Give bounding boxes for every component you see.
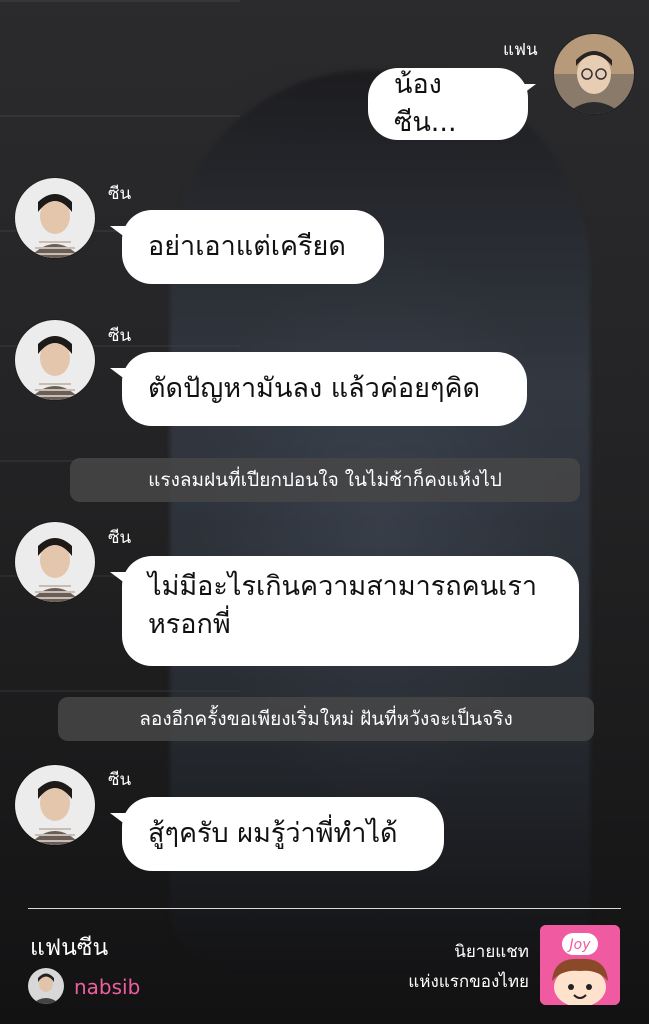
avatar-zeen[interactable] (15, 522, 95, 602)
author-avatar-icon (28, 968, 64, 1004)
person-avatar-icon (15, 522, 95, 602)
chat-bubble: ตัดปัญหามันลง แล้วค่อยๆคิด (122, 352, 527, 426)
sender-name: แฟน (503, 40, 538, 60)
avatar-zeen[interactable] (15, 320, 95, 400)
bubble-tail (520, 84, 536, 96)
bubble-tail (110, 368, 126, 380)
author-avatar[interactable] (28, 968, 64, 1004)
person-avatar-icon (15, 320, 95, 400)
avatar-fan[interactable] (554, 34, 634, 114)
bubble-tail (110, 226, 126, 238)
message-text: อย่าเอาแต่เครียด (148, 231, 346, 262)
narration-box: แรงลมฝนที่เปียกปอนใจ ในไม่ช้าก็คงแห้งไป (70, 458, 580, 502)
chat-bubble: สู้ๆครับ ผมรู้ว่าพี่ทำได้ (122, 797, 444, 871)
message-text: ตัดปัญหามันลง แล้วค่อยๆคิด (148, 373, 481, 404)
message-text: น้องซีน... (394, 69, 457, 138)
message-text-line2: หรอกพี่ (148, 609, 231, 640)
footer-divider (28, 908, 621, 909)
narration-text: ลองอีกครั้งขอเพียงเริ่มใหม่ ฝันที่หวังจะ… (139, 708, 513, 730)
sender-name: ซีน (108, 326, 132, 346)
chat-bubble: ไม่มีอะไรเกินความสามารถคนเรา หรอกพี่ (122, 556, 579, 666)
promo-line-2: แห่งแรกของไทย (408, 972, 529, 992)
sender-name: ซีน (108, 770, 132, 790)
narration-box: ลองอีกครั้งขอเพียงเริ่มใหม่ ฝันที่หวังจะ… (58, 697, 594, 741)
bubble-tail (110, 813, 126, 825)
story-title: แฟนซีน (30, 935, 109, 961)
sender-name: ซีน (108, 184, 132, 204)
chat-bubble: น้องซีน... (368, 68, 528, 140)
joy-logo[interactable]: Joy (540, 925, 620, 1005)
message-text-line1: ไม่มีอะไรเกินความสามารถคนเรา (148, 571, 538, 602)
person-avatar-icon (15, 765, 95, 845)
joy-mascot-icon: Joy (540, 925, 620, 1005)
narration-text: แรงลมฝนที่เปียกปอนใจ ในไม่ช้าก็คงแห้งไป (148, 469, 502, 491)
joy-logo-text: Joy (567, 937, 592, 953)
message-text: สู้ๆครับ ผมรู้ว่าพี่ทำได้ (148, 818, 398, 849)
author-name[interactable]: nabsib (74, 975, 140, 999)
person-avatar-icon (15, 178, 95, 258)
avatar-zeen[interactable] (15, 765, 95, 845)
bubble-tail (110, 572, 126, 584)
person-avatar-icon (554, 34, 634, 114)
avatar-zeen[interactable] (15, 178, 95, 258)
promo-line-1: นิยายแชท (454, 942, 529, 962)
chat-bubble: อย่าเอาแต่เครียด (122, 210, 384, 284)
sender-name: ซีน (108, 528, 132, 548)
